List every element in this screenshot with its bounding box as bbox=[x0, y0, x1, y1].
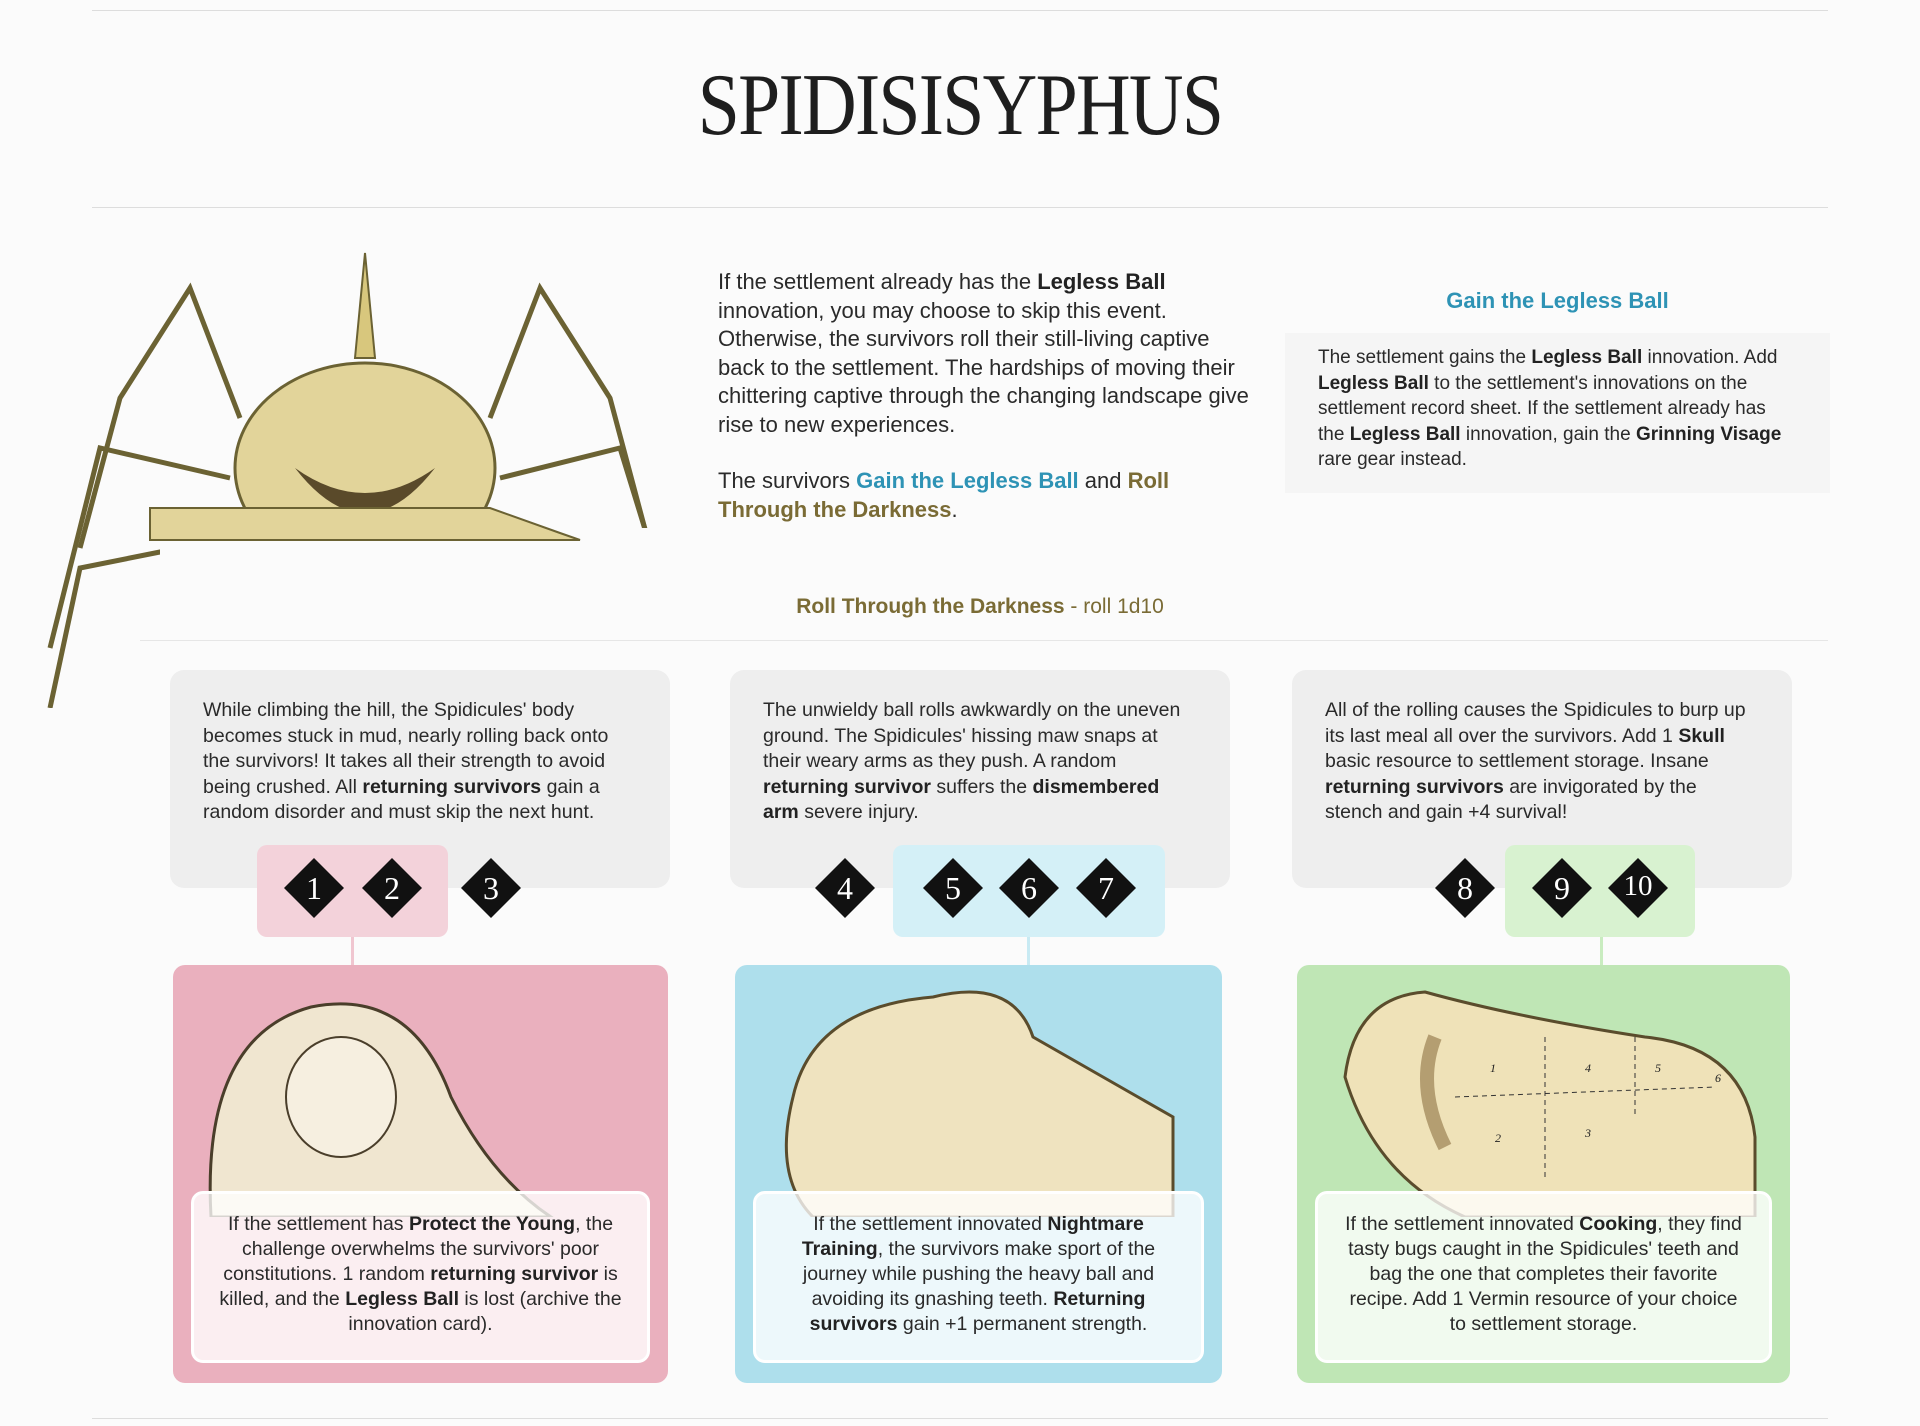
svg-text:4: 4 bbox=[1585, 1061, 1591, 1075]
die-face-2: 2 bbox=[362, 858, 422, 918]
die-face-5: 5 bbox=[923, 858, 983, 918]
roll-rule bbox=[140, 640, 1828, 641]
gain-legless-ball-box: The settlement gains the Legless Ball in… bbox=[1285, 333, 1830, 493]
die-face-6: 6 bbox=[999, 858, 1059, 918]
intro-text: If the settlement already has the Legles… bbox=[718, 269, 1249, 522]
title-rule bbox=[92, 207, 1828, 208]
gain-legless-ball-title: Gain the Legless Ball bbox=[1446, 288, 1669, 313]
bonus-text-box: If the settlement innovated Cooking, the… bbox=[1315, 1191, 1772, 1363]
fist-illustration bbox=[784, 990, 1175, 1217]
lion-butcher-chart-illustration: 1 2 3 4 5 6 bbox=[1343, 990, 1757, 1217]
page-title: SPIDISISYPHUS bbox=[697, 57, 1224, 154]
bonus-panel-pink: If the settlement has Protect the Young,… bbox=[173, 965, 668, 1383]
connector bbox=[351, 937, 354, 967]
cloaked-figure-illustration bbox=[208, 1002, 554, 1217]
bottom-rule bbox=[92, 1418, 1828, 1419]
top-rule bbox=[92, 10, 1828, 11]
connector bbox=[1027, 937, 1030, 967]
bonus-panel-green: 1 2 3 4 5 6 If the settlement innovated Cooki… bbox=[1297, 965, 1790, 1383]
roll-table-title: Roll Through the Darkness - roll 1d10 bbox=[796, 595, 1164, 618]
svg-text:6: 6 bbox=[1715, 1071, 1721, 1085]
die-face-1: 1 bbox=[284, 858, 344, 918]
die-face-9: 9 bbox=[1532, 858, 1592, 918]
gain-legless-ball-link: Gain the Legless Ball bbox=[856, 468, 1079, 493]
bonus-text-box: If the settlement has Protect the Young,… bbox=[191, 1191, 650, 1363]
die-face-3: 3 bbox=[461, 858, 521, 918]
bonus-text-box: If the settlement innovated Nightmare Tr… bbox=[753, 1191, 1204, 1363]
svg-text:1: 1 bbox=[1490, 1061, 1496, 1075]
bonus-panel-blue: If the settlement innovated Nightmare Tr… bbox=[735, 965, 1222, 1383]
svg-text:3: 3 bbox=[1584, 1126, 1591, 1140]
die-face-4: 4 bbox=[815, 858, 875, 918]
svg-text:2: 2 bbox=[1495, 1131, 1501, 1145]
connector bbox=[1600, 937, 1603, 967]
die-face-8: 8 bbox=[1435, 858, 1495, 918]
die-face-10: 10 bbox=[1608, 858, 1668, 918]
die-face-7: 7 bbox=[1076, 858, 1136, 918]
svg-text:5: 5 bbox=[1655, 1061, 1661, 1075]
spidisisyphus-illustration bbox=[47, 252, 700, 708]
